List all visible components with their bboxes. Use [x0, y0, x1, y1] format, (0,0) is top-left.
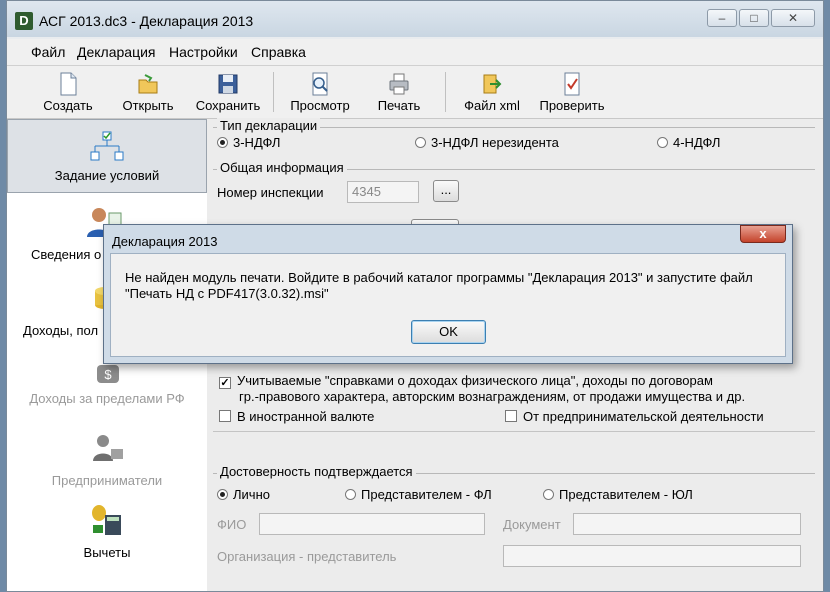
toolbar-separator: [273, 72, 274, 112]
radio-nonresident-label: 3-НДФЛ нерезидента: [431, 135, 559, 150]
income-divider: [213, 431, 815, 432]
toolbar: Создать Открыть Сохранить Просмотр Печат…: [7, 66, 823, 119]
menu-bar: Файл Декларация Настройки Справка: [7, 39, 823, 66]
radio-3ndfl-label: 3-НДФЛ: [233, 135, 281, 150]
error-dialog: Декларация 2013 x Не найден модуль печат…: [103, 224, 793, 364]
foreign-currency-checkbox[interactable]: [219, 410, 231, 422]
radio-personal[interactable]: Лично: [217, 487, 270, 502]
preview-icon: [312, 72, 328, 96]
radio-rep-yl[interactable]: Представителем - ЮЛ: [543, 487, 693, 502]
general-info-label: Общая информация: [217, 160, 347, 175]
businessman-icon: [93, 435, 123, 461]
fio-field[interactable]: [259, 513, 485, 535]
preview-label: Просмотр: [290, 98, 350, 113]
radio-personal-label: Лично: [233, 487, 270, 502]
xml-export-icon: [483, 74, 502, 94]
radio-4ndfl[interactable]: 4-НДФЛ: [657, 135, 720, 150]
create-label: Создать: [43, 98, 93, 113]
check-label: Проверить: [539, 98, 605, 113]
menu-settings[interactable]: Настройки: [169, 44, 238, 60]
save-disk-icon: [218, 74, 238, 94]
radio-3ndfl[interactable]: 3-НДФЛ: [217, 135, 280, 150]
income-certificates-checkbox[interactable]: ✓: [219, 377, 231, 389]
business-income-option[interactable]: От предпринимательской деятельности: [505, 409, 764, 424]
dialog-close-button[interactable]: x: [740, 225, 786, 243]
general-info-group: Общая информация: [213, 160, 815, 175]
inspection-number-label: Номер инспекции: [217, 185, 324, 200]
inspection-number-field[interactable]: 4345: [347, 181, 419, 203]
print-label: Печать: [377, 98, 421, 113]
organization-label: Организация - представитель: [217, 549, 397, 564]
check-document-icon: [564, 72, 580, 96]
preview-button[interactable]: Просмотр: [283, 68, 357, 116]
menu-help[interactable]: Справка: [251, 44, 306, 60]
xml-file-label: Файл xml: [464, 98, 520, 113]
create-button[interactable]: Создать: [35, 68, 101, 116]
radio-3ndfl-indicator[interactable]: [217, 137, 228, 148]
app-logo-icon: D: [15, 12, 33, 30]
nav-item-deductions[interactable]: Вычеты: [7, 501, 207, 561]
radio-rep-yl-indicator[interactable]: [543, 489, 554, 500]
menu-file[interactable]: Файл: [31, 44, 65, 60]
check-button[interactable]: Проверить: [533, 68, 611, 116]
open-folder-icon: [138, 74, 158, 94]
foreign-currency-option[interactable]: В иностранной валюте: [219, 409, 374, 424]
radio-rep-fl-label: Представителем - ФЛ: [361, 487, 492, 502]
document-label: Документ: [503, 517, 561, 532]
radio-rep-fl[interactable]: Представителем - ФЛ: [345, 487, 492, 502]
minimize-button[interactable]: –: [707, 9, 737, 27]
nav-item-foreign-income[interactable]: $ Доходы за пределами РФ: [7, 359, 207, 415]
radio-rep-fl-indicator[interactable]: [345, 489, 356, 500]
dialog-title: Декларация 2013: [112, 234, 218, 249]
new-document-icon: [60, 72, 77, 96]
radio-rep-yl-label: Представителем - ЮЛ: [559, 487, 693, 502]
xml-file-button[interactable]: Файл xml: [457, 68, 527, 116]
radio-3ndfl-nonresident[interactable]: 3-НДФЛ нерезидента: [415, 135, 559, 150]
window-title: АСГ 2013.dc3 - Декларация 2013: [39, 13, 254, 29]
income-certificates-line2: гр.-правового характера, авторским возна…: [239, 389, 746, 404]
open-button[interactable]: Открыть: [115, 68, 181, 116]
tree-structure-icon: [90, 131, 124, 161]
close-window-button[interactable]: ✕: [771, 9, 815, 27]
save-label: Сохранить: [195, 98, 261, 113]
business-income-checkbox[interactable]: [505, 410, 517, 422]
open-label: Открыть: [122, 98, 174, 113]
nav-label-deductions: Вычеты: [83, 545, 131, 560]
nav-item-conditions[interactable]: Задание условий: [7, 119, 207, 193]
income-certificates-option[interactable]: ✓ Учитываемые "справками о доходах физиче…: [219, 373, 815, 389]
reliability-label: Достоверность подтверждается: [217, 464, 416, 479]
toolbar-separator: [445, 72, 446, 112]
business-income-label: От предпринимательской деятельности: [523, 409, 764, 424]
fio-label: ФИО: [217, 517, 247, 532]
print-button[interactable]: Печать: [367, 68, 431, 116]
organization-field[interactable]: [503, 545, 801, 567]
reliability-group: Достоверность подтверждается: [213, 464, 815, 479]
inspection-browse-button[interactable]: ...: [433, 180, 459, 202]
nav-label-entrepreneurs: Предприниматели: [51, 473, 163, 488]
dialog-body: Не найден модуль печати. Войдите в рабоч…: [110, 253, 786, 357]
foreign-currency-label: В иностранной валюте: [237, 409, 375, 424]
radio-4ndfl-indicator[interactable]: [657, 137, 668, 148]
calculator-money-icon: [92, 505, 121, 535]
radio-4ndfl-label: 4-НДФЛ: [673, 135, 721, 150]
printer-icon: [389, 73, 409, 95]
declaration-type-group: Тип декларации: [213, 118, 815, 133]
income-certificates-line1: Учитываемые "справками о доходах физичес…: [237, 373, 713, 388]
dialog-message: Не найден модуль печати. Войдите в рабоч…: [125, 270, 753, 301]
restore-button[interactable]: □: [739, 9, 769, 27]
declaration-type-label: Тип декларации: [217, 118, 321, 133]
document-field[interactable]: [573, 513, 801, 535]
title-bar[interactable]: D АСГ 2013.dc3 - Декларация 2013 – □ ✕: [7, 1, 823, 37]
ok-button[interactable]: OK: [411, 320, 486, 344]
menu-declaration[interactable]: Декларация: [77, 44, 156, 60]
nav-label-foreign-income: Доходы за пределами РФ: [29, 391, 185, 406]
save-button[interactable]: Сохранить: [191, 68, 265, 116]
svg-text:$: $: [104, 367, 112, 382]
nav-item-entrepreneurs[interactable]: Предприниматели: [7, 429, 207, 489]
nav-label-conditions: Задание условий: [54, 168, 160, 183]
radio-nonresident-indicator[interactable]: [415, 137, 426, 148]
radio-personal-indicator[interactable]: [217, 489, 228, 500]
